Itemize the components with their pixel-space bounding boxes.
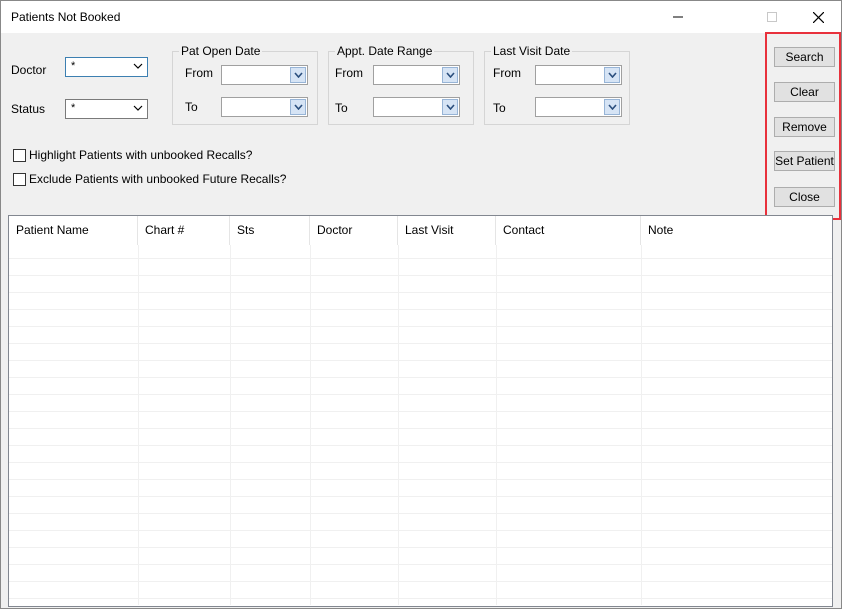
chevron-down-icon (133, 63, 143, 69)
appt-to-date[interactable] (373, 97, 460, 117)
appt-from-date[interactable] (373, 65, 460, 85)
appt-from-label: From (335, 66, 363, 80)
column-header-sts[interactable]: Sts (230, 216, 310, 245)
maximize-icon (767, 12, 777, 22)
appt-to-label: To (335, 101, 348, 115)
grid-column-line (230, 245, 231, 605)
grid-row-line (9, 275, 832, 276)
chevron-down-icon (293, 72, 303, 78)
dropdown-button[interactable] (604, 67, 620, 83)
grid-row-line (9, 496, 832, 497)
dropdown-button[interactable] (604, 99, 620, 115)
last-visit-date-label: Last Visit Date (491, 44, 573, 58)
grid-column-line (138, 245, 139, 605)
grid-row-line (9, 564, 832, 565)
grid-row-line (9, 292, 832, 293)
dropdown-button[interactable] (290, 67, 306, 83)
grid-row-line (9, 326, 832, 327)
dropdown-button[interactable] (290, 99, 306, 115)
pat-open-to-date[interactable] (221, 97, 308, 117)
exclude-future-recalls-checkbox[interactable] (13, 173, 26, 186)
last-visit-from-date[interactable] (535, 65, 622, 85)
grid-row-line (9, 428, 832, 429)
buttons-highlight-box (765, 32, 841, 220)
minimize-icon (673, 16, 683, 18)
patients-not-booked-window: Patients Not Booked Doctor * Status * Pa… (0, 0, 842, 609)
doctor-label: Doctor (11, 63, 47, 77)
doctor-select[interactable]: * (65, 57, 148, 77)
chevron-down-icon (293, 104, 303, 110)
pat-open-from-label: From (185, 66, 213, 80)
column-header-note[interactable]: Note (641, 216, 832, 245)
column-header-chart-number[interactable]: Chart # (138, 216, 230, 245)
grid-row-line (9, 360, 832, 361)
highlight-recalls-label[interactable]: Highlight Patients with unbooked Recalls… (29, 148, 252, 162)
grid-row-line (9, 411, 832, 412)
last-visit-to-label: To (493, 101, 506, 115)
grid-column-line (398, 245, 399, 605)
pat-open-to-label: To (185, 100, 198, 114)
grid-row-line (9, 394, 832, 395)
pat-open-date-group: Pat Open Date From To (172, 44, 318, 125)
grid-row-line (9, 343, 832, 344)
grid-row-line (9, 513, 832, 514)
minimize-button[interactable] (655, 1, 701, 33)
grid-row-line (9, 309, 832, 310)
status-value: * (71, 102, 76, 114)
doctor-value: * (71, 60, 76, 72)
exclude-future-recalls-label[interactable]: Exclude Patients with unbooked Future Re… (29, 172, 286, 186)
grid-row-line (9, 581, 832, 582)
appt-date-range-label: Appt. Date Range (335, 44, 435, 58)
grid-column-line (496, 245, 497, 605)
last-visit-to-date[interactable] (535, 97, 622, 117)
status-select[interactable]: * (65, 99, 148, 119)
grid-column-line (310, 245, 311, 605)
last-visit-date-group: Last Visit Date From To (484, 44, 630, 125)
grid-row-line (9, 462, 832, 463)
maximize-button (749, 1, 795, 33)
dropdown-button[interactable] (442, 67, 458, 83)
grid-row-line (9, 598, 832, 599)
grid-row-line (9, 377, 832, 378)
chevron-down-icon (133, 105, 143, 111)
close-icon (812, 11, 824, 23)
close-window-button[interactable] (795, 1, 841, 33)
pat-open-date-label: Pat Open Date (179, 44, 263, 58)
chevron-down-icon (445, 104, 455, 110)
column-header-patient-name[interactable]: Patient Name (9, 216, 138, 245)
grid-row-line (9, 479, 832, 480)
column-header-contact[interactable]: Contact (496, 216, 641, 245)
chevron-down-icon (607, 72, 617, 78)
status-label: Status (11, 102, 46, 116)
grid-row-line (9, 258, 832, 259)
title-bar: Patients Not Booked (1, 1, 841, 33)
appt-date-range-group: Appt. Date Range From To (328, 44, 474, 125)
chevron-down-icon (445, 72, 455, 78)
grid-row-line (9, 445, 832, 446)
pat-open-from-date[interactable] (221, 65, 308, 85)
grid-column-line (641, 245, 642, 605)
column-header-last-visit[interactable]: Last Visit (398, 216, 496, 245)
grid-row-line (9, 547, 832, 548)
grid-row-line (9, 530, 832, 531)
chevron-down-icon (607, 104, 617, 110)
window-title: Patients Not Booked (11, 10, 121, 24)
patients-grid[interactable]: Patient Name Chart # Sts Doctor Last Vis… (8, 215, 833, 607)
highlight-recalls-checkbox[interactable] (13, 149, 26, 162)
column-header-doctor[interactable]: Doctor (310, 216, 398, 245)
last-visit-from-label: From (493, 66, 521, 80)
dropdown-button[interactable] (442, 99, 458, 115)
